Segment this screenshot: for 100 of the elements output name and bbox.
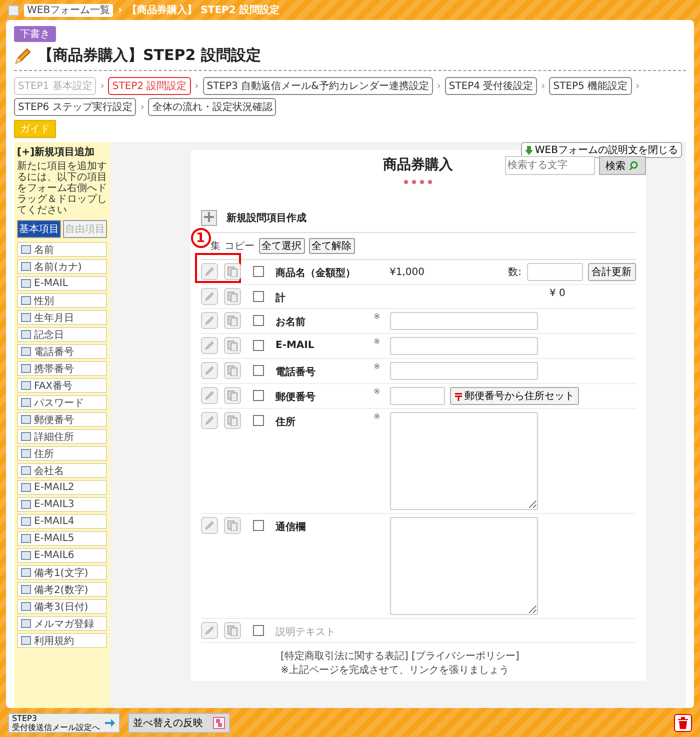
sidebar-item[interactable]: 名前(カナ) <box>17 259 107 274</box>
copy-button[interactable] <box>224 312 240 329</box>
row-checkbox[interactable] <box>252 291 264 302</box>
search-field[interactable]: 検索する文字 <box>504 156 594 175</box>
row-checkbox[interactable] <box>252 415 264 426</box>
breadcrumb-link[interactable]: WEBフォーム一覧 <box>24 4 114 16</box>
row-checkbox[interactable] <box>252 365 264 376</box>
copy-button[interactable] <box>224 517 240 534</box>
step-tab[interactable]: STEP6 ステップ実行設定 <box>14 98 136 116</box>
apply-sort-button[interactable]: 並べ替えの反映 <box>128 712 230 732</box>
sidebar-hint: 新たに項目を追加するには、以下の項目をフォーム右側へドラッグ＆ドロップしてください <box>17 161 107 216</box>
edit-button[interactable] <box>200 362 218 379</box>
next-step-button[interactable]: STEP3 受付後送信メール設定へ <box>8 712 120 732</box>
sidebar-item[interactable]: 名前 <box>17 242 107 257</box>
sidebar-item[interactable]: E-MAIL3 <box>17 497 107 512</box>
copy-button[interactable] <box>224 263 240 280</box>
row-checkbox[interactable] <box>252 520 264 531</box>
close-description-button[interactable]: WEBフォームの説明文を閉じる <box>520 142 682 158</box>
privacy-link[interactable]: [プライバシーポリシー] <box>412 651 520 662</box>
copy-button[interactable] <box>224 362 240 379</box>
edit-button[interactable] <box>200 412 218 429</box>
copy-button[interactable] <box>224 387 240 404</box>
sidebar-item[interactable]: 利用規約 <box>17 633 107 648</box>
step-tab[interactable]: STEP5 機能設定 <box>549 77 632 95</box>
zip-lookup-button[interactable]: 郵便番号から住所セット <box>450 387 578 405</box>
sidebar-item[interactable]: 携帯番号 <box>17 361 107 376</box>
edit-button[interactable] <box>200 517 218 534</box>
edit-button[interactable] <box>200 622 218 639</box>
sidebar-item[interactable]: E-MAIL2 <box>17 480 107 495</box>
edit-button[interactable] <box>200 337 218 354</box>
field-label: 商品名（金額型） <box>276 266 356 280</box>
row-checkbox[interactable] <box>252 390 264 401</box>
pencil-icon <box>203 290 215 302</box>
sidebar-item[interactable]: メルマガ登録 <box>17 616 107 631</box>
sidebar-item[interactable]: 郵便番号 <box>17 412 107 427</box>
sidebar-item[interactable]: 詳細住所 <box>17 429 107 444</box>
zip-field[interactable] <box>390 387 444 405</box>
status-badge: 下書き <box>14 26 56 42</box>
search-button[interactable]: 検索 <box>598 156 646 175</box>
sidebar-item[interactable]: E-MAIL4 <box>17 514 107 529</box>
row-checkbox[interactable] <box>252 266 264 277</box>
text-area[interactable] <box>390 412 538 510</box>
row-checkbox[interactable] <box>252 625 264 636</box>
text-field[interactable] <box>390 337 538 355</box>
row-checkbox[interactable] <box>252 315 264 326</box>
sidebar-item[interactable]: 備考3(日付) <box>17 599 107 614</box>
text-field[interactable] <box>390 312 538 330</box>
copy-button[interactable] <box>224 622 240 639</box>
text-area[interactable] <box>390 517 538 615</box>
copy-button[interactable] <box>224 337 240 354</box>
edit-button[interactable] <box>200 387 218 404</box>
select-all-button[interactable]: 全て選択 <box>258 238 304 254</box>
pencil-icon <box>203 624 215 636</box>
delete-button[interactable] <box>674 714 692 732</box>
total-amount: ¥ 0 <box>550 288 566 299</box>
sidebar-tab[interactable]: 基本項目 <box>17 220 61 238</box>
sidebar-item[interactable]: E-MAIL6 <box>17 548 107 563</box>
step-tab[interactable]: STEP4 受付後設定 <box>444 77 538 95</box>
sidebar-item[interactable]: 記念日 <box>17 327 107 342</box>
quantity-field[interactable] <box>526 263 582 281</box>
sidebar-item[interactable]: 備考1(文字) <box>17 565 107 580</box>
breadcrumb-separator: › <box>118 4 122 16</box>
edit-button[interactable] <box>200 312 218 329</box>
legal-link[interactable]: [特定商取引法に関する表記] <box>280 651 408 662</box>
step-tab[interactable]: STEP2 設問設定 <box>108 77 191 95</box>
copy-icon <box>226 266 238 277</box>
pencil-icon <box>203 266 215 278</box>
sidebar-item[interactable]: 備考2(数字) <box>17 582 107 597</box>
edit-button[interactable] <box>200 263 218 280</box>
right-arrow-icon <box>104 716 116 728</box>
sidebar-item[interactable]: 電話番号 <box>17 344 107 359</box>
pencil-icon <box>203 520 215 532</box>
copy-icon <box>226 625 238 636</box>
sidebar-item[interactable]: 住所 <box>17 446 107 461</box>
copy-button[interactable] <box>224 288 240 305</box>
page-title: 【商品券購入】STEP2 設問設定 <box>38 46 261 65</box>
add-button[interactable] <box>200 210 216 226</box>
sidebar-item[interactable]: 生年月日 <box>17 310 107 325</box>
new-item-label: 新規設問項目作成 <box>226 211 306 225</box>
sidebar-item[interactable]: 性別 <box>17 293 107 308</box>
step-tab[interactable]: STEP3 自動返信メール&予約カレンダー連携設定 <box>202 77 433 95</box>
sidebar-item[interactable]: E-MAIL5 <box>17 531 107 546</box>
pencil-icon <box>14 46 32 64</box>
links-note: ※上記ページを完成させて、リンクを張りましょう <box>280 664 510 677</box>
text-field[interactable] <box>390 362 538 380</box>
sidebar-item[interactable]: 会社名 <box>17 463 107 478</box>
pencil-icon <box>203 340 215 352</box>
field-label: 通信欄 <box>276 520 306 534</box>
row-checkbox[interactable] <box>252 340 264 351</box>
step-tab[interactable]: 全体の流れ・設定状況確認 <box>148 98 276 116</box>
sidebar-item[interactable]: パスワード <box>17 395 107 410</box>
edit-button[interactable] <box>200 288 218 305</box>
sidebar-item[interactable]: FAX番号 <box>17 378 107 393</box>
dots-icon <box>404 180 432 184</box>
quantity-label: 数: <box>508 266 522 279</box>
copy-button[interactable] <box>224 412 240 429</box>
home-icon[interactable] <box>8 4 19 16</box>
sidebar-item[interactable]: E-MAIL <box>17 276 107 291</box>
deselect-all-button[interactable]: 全て解除 <box>308 238 354 254</box>
update-total-button[interactable]: 合計更新 <box>588 263 636 281</box>
